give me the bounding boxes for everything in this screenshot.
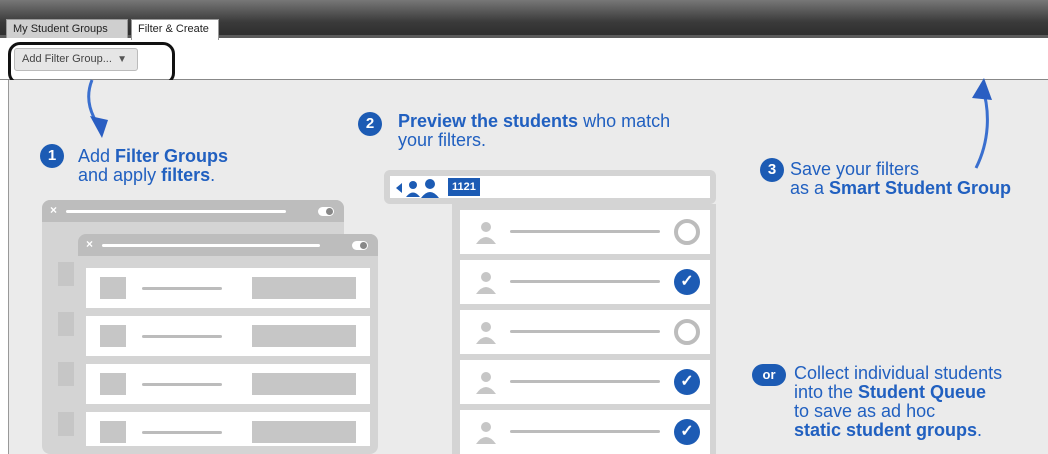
students-group-icon xyxy=(396,179,439,198)
toggle-icon xyxy=(352,241,368,250)
user-icon xyxy=(476,422,496,444)
unchecked-circle-icon xyxy=(674,319,700,345)
tab-filter-create[interactable]: Filter & Create xyxy=(131,19,219,40)
filter-group-panel-front: × xyxy=(78,234,378,454)
filter-rows-back xyxy=(52,252,78,452)
arrowhead-icon xyxy=(972,78,992,100)
unchecked-circle-icon xyxy=(674,219,700,245)
user-icon xyxy=(476,272,496,294)
filter-row xyxy=(86,268,370,308)
user-icon xyxy=(476,222,496,244)
filter-row xyxy=(86,412,370,446)
step-2-badge: 2 xyxy=(358,112,382,136)
close-icon: × xyxy=(86,237,94,251)
step-3-badge: 3 xyxy=(760,158,784,182)
step-1-badge: 1 xyxy=(40,144,64,168)
checked-circle-icon: ✓ xyxy=(674,269,700,295)
arrowhead-icon xyxy=(90,116,108,138)
filter-row xyxy=(86,316,370,356)
student-count-badge: 1121 xyxy=(448,178,480,196)
or-badge: or xyxy=(752,364,786,386)
student-row: ✓ xyxy=(460,410,710,454)
step-1-text: Add Filter Groups and apply filters. xyxy=(78,146,229,185)
close-icon: × xyxy=(50,203,58,217)
student-queue-text: Collect individual students into the Stu… xyxy=(794,363,1003,440)
step-2-text: Preview the students who match your filt… xyxy=(398,111,671,150)
filter-row xyxy=(86,364,370,404)
student-row: ✓ xyxy=(460,360,710,404)
student-row xyxy=(460,310,710,354)
checked-circle-icon: ✓ xyxy=(674,369,700,395)
user-icon xyxy=(476,322,496,344)
checked-circle-icon: ✓ xyxy=(674,419,700,445)
student-row xyxy=(460,210,710,254)
toggle-icon xyxy=(318,207,334,216)
user-icon xyxy=(476,372,496,394)
student-row: ✓ xyxy=(460,260,710,304)
step-3-text: Save your filters as a Smart Student Gro… xyxy=(790,159,1012,198)
